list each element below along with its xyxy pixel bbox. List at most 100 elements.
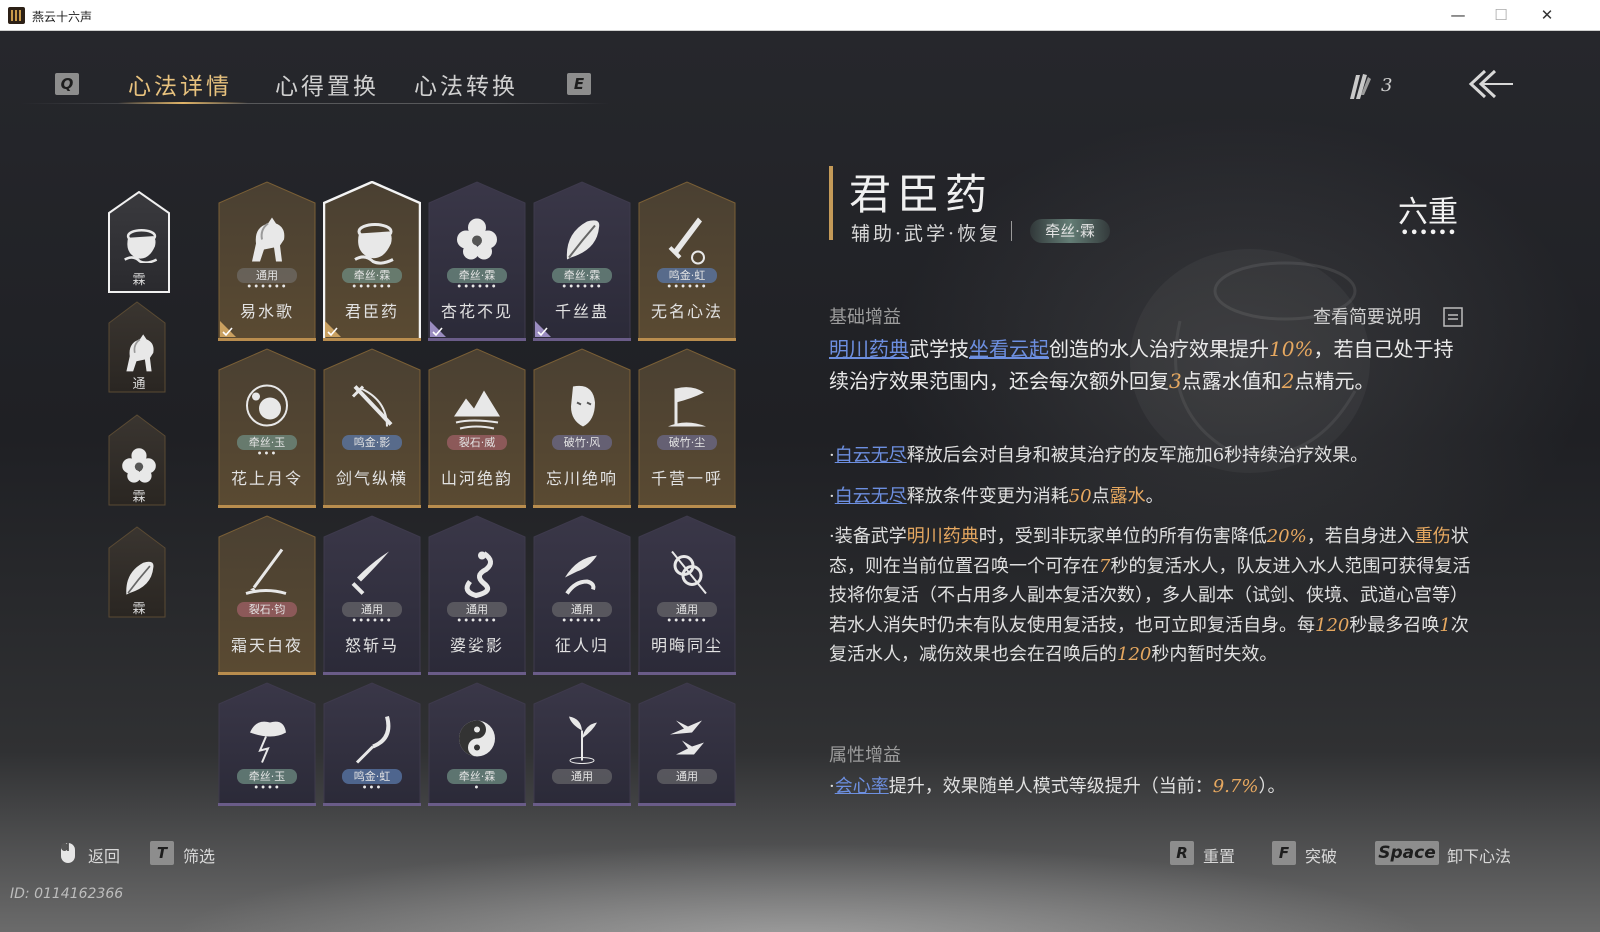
xinfa-card[interactable]: 牵丝·玉 •••• bbox=[218, 682, 316, 842]
bullet-1: ·白云无尽释放后会对自身和被其治疗的友军施加6秒持续治疗效果。 bbox=[829, 441, 1479, 471]
card-badge: 破竹·风 bbox=[552, 435, 612, 450]
skill-link-zuokan[interactable]: 坐看云起 bbox=[969, 337, 1049, 361]
close-button[interactable]: ✕ bbox=[1530, 4, 1564, 26]
equipped-check-icon bbox=[220, 321, 236, 337]
mountain-icon bbox=[454, 390, 500, 430]
xinfa-card[interactable]: 裂石·钧 霜天白夜 bbox=[218, 515, 316, 675]
xinfa-card[interactable]: 通用 •••••• 怒斩马 bbox=[323, 515, 421, 675]
window-titlebar: 燕云十六声 — ☐ ✕ bbox=[0, 0, 1600, 31]
xinfa-card[interactable]: 破竹·尘 千营一呼 bbox=[638, 348, 736, 508]
xinfa-card[interactable]: 通用 bbox=[638, 682, 736, 842]
equipped-slot-label: 通 bbox=[132, 377, 146, 392]
equipped-check-icon bbox=[430, 321, 446, 337]
stat-link-crit[interactable]: 会心率 bbox=[835, 776, 889, 797]
card-badge: 通用 bbox=[237, 268, 297, 283]
tab-active-indicator bbox=[118, 102, 248, 104]
tab-xinde-swap[interactable]: 心得置换 bbox=[275, 67, 379, 101]
xinfa-card[interactable]: 牵丝·霖 •••••• 千丝蛊 bbox=[533, 181, 631, 341]
xinfa-card[interactable]: 通用 •••••• 婆娑影 bbox=[428, 515, 526, 675]
xinfa-card[interactable]: 牵丝·玉 ••• 花上月令 bbox=[218, 348, 316, 508]
filter-key[interactable]: T bbox=[150, 841, 174, 865]
card-name: 怒斩马 bbox=[344, 636, 399, 655]
equipped-slot[interactable]: 通 bbox=[108, 301, 170, 405]
equipped-check-icon bbox=[535, 321, 551, 337]
attr-line: ·会心率提升，效果随单人模式等级提升（当前：9.7%）。 bbox=[829, 772, 1479, 802]
break-hint[interactable]: 突破 bbox=[1305, 843, 1337, 867]
card-badge: 破竹·尘 bbox=[657, 435, 717, 450]
card-rank-dots: •••••• bbox=[666, 616, 708, 627]
skill-link-baiyun[interactable]: 白云无尽 bbox=[835, 445, 907, 466]
tab-next-key[interactable]: E bbox=[567, 73, 591, 95]
filter-hint[interactable]: 筛选 bbox=[183, 843, 215, 867]
card-bottom-trim bbox=[428, 803, 526, 806]
xinfa-card[interactable]: 鸣金·影 剑气纵横 bbox=[323, 348, 421, 508]
card-badge: 牵丝·玉 bbox=[237, 769, 297, 784]
card-name: 山河绝韵 bbox=[440, 469, 513, 488]
card-bottom-trim bbox=[533, 505, 631, 508]
value-heal-bonus: 10% bbox=[1269, 337, 1314, 361]
text-segment: 武学技 bbox=[909, 337, 969, 361]
bullet-2: ·白云无尽释放条件变更为消耗50点露水。 bbox=[829, 482, 1479, 512]
unload-key[interactable]: Space bbox=[1375, 841, 1439, 865]
equipped-slot[interactable]: 霖 bbox=[108, 414, 170, 518]
card-bottom-trim bbox=[638, 505, 736, 508]
equipped-slot[interactable]: 霖 bbox=[108, 526, 170, 630]
break-key[interactable]: F bbox=[1272, 841, 1296, 865]
text-segment: 释放后会对自身和被其治疗的友军施加6秒持续治疗效果。 bbox=[906, 445, 1369, 466]
text-segment: 释放条件变更为消耗 bbox=[906, 486, 1069, 507]
text-segment: 。 bbox=[1145, 486, 1164, 507]
pot-icon bbox=[124, 228, 158, 263]
mask-icon bbox=[571, 385, 595, 427]
crossed-swords-icon bbox=[351, 385, 393, 427]
card-rank-dots: •••• bbox=[253, 783, 281, 794]
detail-tag: 牵丝·霖 bbox=[1030, 219, 1110, 243]
mouse-icon bbox=[61, 843, 75, 863]
card-name: 剑气纵横 bbox=[335, 469, 408, 488]
card-name: 霜天白夜 bbox=[230, 636, 303, 655]
xinfa-card[interactable]: 通用 bbox=[533, 682, 631, 842]
skill-link-mingchuan[interactable]: 明川药典 bbox=[829, 337, 909, 361]
card-badge: 通用 bbox=[552, 602, 612, 617]
equipped-slot[interactable]: 霖 bbox=[108, 191, 170, 295]
tab-xinfa-detail[interactable]: 心法详情 bbox=[128, 67, 232, 101]
card-badge: 通用 bbox=[342, 602, 402, 617]
xinfa-card[interactable]: 鸣金·虹 ••• bbox=[323, 682, 421, 842]
equipped-check-icon bbox=[325, 321, 341, 337]
card-bottom-trim bbox=[533, 338, 631, 341]
xinfa-card[interactable]: 牵丝·霖 •••••• 杏花不见 bbox=[428, 181, 526, 341]
xinfa-card[interactable]: 裂石·威 山河绝韵 bbox=[428, 348, 526, 508]
back-arrow-icon[interactable] bbox=[1467, 67, 1515, 101]
xinfa-card[interactable]: 鸣金·虹 •••••• 无名心法 bbox=[638, 181, 736, 341]
back-hint[interactable]: 返回 bbox=[88, 843, 120, 867]
tab-divider bbox=[20, 103, 610, 104]
card-name: 易水歌 bbox=[239, 302, 294, 321]
card-bottom-trim bbox=[638, 803, 736, 806]
keyword-heavy-wound: 重伤 bbox=[1414, 526, 1451, 547]
reset-key[interactable]: R bbox=[1170, 841, 1194, 865]
brief-toggle-icon[interactable] bbox=[1443, 307, 1463, 327]
xinfa-card[interactable]: 通用 •••••• 易水歌 bbox=[218, 181, 316, 341]
pot-icon bbox=[354, 223, 394, 265]
detail-subtitle: 辅助·武学·恢复 bbox=[851, 223, 1002, 245]
tab-xinfa-convert[interactable]: 心法转换 bbox=[414, 67, 518, 101]
unload-hint[interactable]: 卸下心法 bbox=[1447, 843, 1511, 867]
maximize-button[interactable]: ☐ bbox=[1484, 4, 1518, 26]
text-segment: 点 bbox=[1091, 486, 1110, 507]
card-badge: 通用 bbox=[657, 602, 717, 617]
card-name: 花上月令 bbox=[230, 469, 303, 488]
card-badge: 鸣金·虹 bbox=[342, 769, 402, 784]
card-name: 明晦同尘 bbox=[650, 636, 723, 655]
blade-icon bbox=[351, 551, 389, 595]
tab-prev-key[interactable]: Q bbox=[55, 73, 79, 95]
xinfa-card[interactable]: 通用 •••••• 明晦同尘 bbox=[638, 515, 736, 675]
card-rank-dots: •••••• bbox=[666, 282, 708, 293]
view-brief-link[interactable]: 查看简要说明 bbox=[1313, 303, 1421, 329]
skill-link-baiyun[interactable]: 白云无尽 bbox=[835, 486, 907, 507]
xinfa-card[interactable]: 牵丝·霖 •••••• 君臣药 bbox=[323, 181, 421, 341]
xinfa-card[interactable]: 通用 •••••• 征人归 bbox=[533, 515, 631, 675]
xinfa-card[interactable]: 破竹·风 忘川绝响 bbox=[533, 348, 631, 508]
minimize-button[interactable]: — bbox=[1441, 4, 1475, 26]
xinfa-card[interactable]: 牵丝·霖 • bbox=[428, 682, 526, 842]
card-name: 千丝蛊 bbox=[554, 302, 609, 321]
reset-hint[interactable]: 重置 bbox=[1203, 843, 1235, 867]
